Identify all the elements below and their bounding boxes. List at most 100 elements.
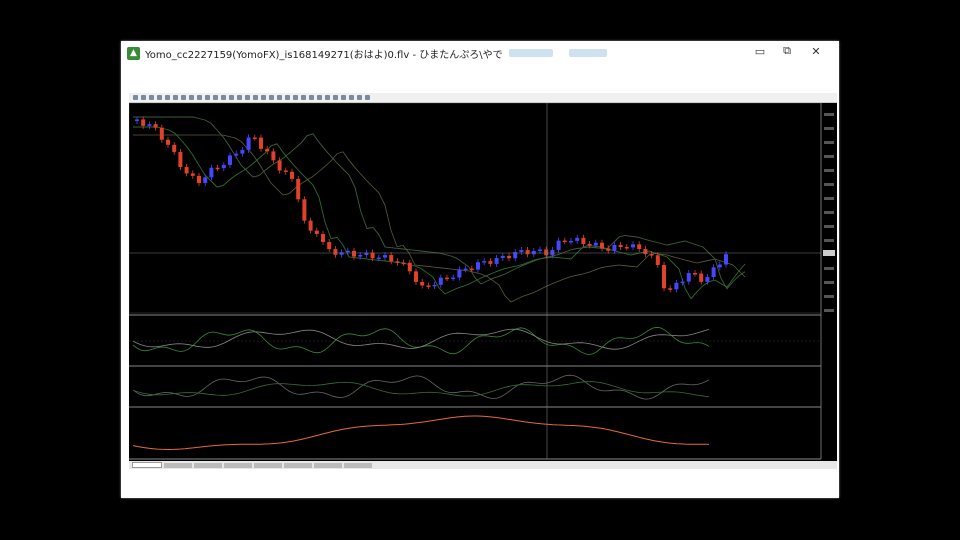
toolbar-button[interactable] [157, 95, 162, 100]
price-tick [824, 169, 834, 172]
toolbar-button[interactable] [285, 95, 290, 100]
toolbar-button[interactable] [197, 95, 202, 100]
candle-body [389, 255, 394, 262]
title-extra [508, 49, 553, 57]
toolbar-button[interactable] [213, 95, 218, 100]
candle-body [383, 255, 387, 258]
toolbar-button[interactable] [333, 95, 338, 100]
toolbar-button[interactable] [341, 95, 346, 100]
toolbar-button[interactable] [309, 95, 314, 100]
toolbar-button[interactable] [253, 95, 258, 100]
candle-body [172, 144, 177, 152]
candle-body [451, 277, 456, 280]
candle-body [556, 240, 561, 250]
moving-average-line [133, 126, 746, 300]
candle-body [135, 119, 139, 121]
candle-body [283, 170, 288, 172]
toolbar-button[interactable] [165, 95, 170, 100]
chart-tab[interactable] [254, 462, 282, 468]
candle-body [593, 242, 598, 246]
candle-body [240, 149, 245, 154]
title-bar[interactable]: ▲ Yomo_cc2227159(YomoFX)_is168149271(おはよ… [121, 41, 839, 65]
candle-body [426, 285, 431, 287]
toolbar-button[interactable] [149, 95, 154, 100]
toolbar-button[interactable] [349, 95, 354, 100]
minimize-icon[interactable]: ▭ [749, 43, 771, 59]
candle-body [190, 173, 195, 176]
toolbar-button[interactable] [261, 95, 266, 100]
close-icon[interactable]: ✕ [805, 43, 827, 59]
toolbar-button[interactable] [317, 95, 322, 100]
toolbar-button[interactable] [221, 95, 226, 100]
chart-tab[interactable] [164, 462, 192, 468]
candle-body [457, 269, 462, 278]
chart-tab[interactable] [224, 462, 252, 468]
chart-tab[interactable] [194, 462, 222, 468]
price-tick [824, 197, 834, 200]
toolbar-button[interactable] [245, 95, 250, 100]
toolbar-button[interactable] [173, 95, 178, 100]
toolbar-button[interactable] [365, 95, 370, 100]
price-tick [824, 127, 834, 130]
candle-body [445, 277, 449, 280]
chart-tab[interactable] [344, 462, 372, 468]
toolbar-button[interactable] [205, 95, 210, 100]
moving-averages [133, 116, 746, 303]
candle-body [705, 276, 710, 282]
candle-body [345, 250, 350, 253]
candle-body [581, 237, 586, 244]
chart-tab[interactable] [132, 462, 162, 468]
candle-body [339, 252, 344, 255]
candle-body [308, 220, 313, 231]
candlesticks [135, 116, 728, 293]
candle-body [147, 124, 152, 126]
candle-body [686, 273, 691, 282]
toolbar-button[interactable] [189, 95, 194, 100]
price-tick [824, 225, 834, 228]
candle-body [562, 240, 567, 243]
toolbar-button[interactable] [277, 95, 282, 100]
candle-body [507, 255, 511, 259]
candle-body [469, 268, 474, 271]
candle-body [234, 153, 239, 156]
candle-body [724, 254, 728, 265]
candle-body [370, 252, 375, 259]
candle-body [352, 250, 356, 257]
toolbar-button[interactable] [357, 95, 362, 100]
price-tick [824, 239, 834, 242]
candle-body [438, 277, 443, 285]
toolbar-button[interactable] [301, 95, 306, 100]
price-tick [824, 141, 834, 144]
candle-body [271, 151, 276, 161]
trading-chart[interactable] [128, 102, 837, 463]
candle-body [414, 271, 418, 282]
window-title: Yomo_cc2227159(YomoFX)_is168149271(おはよ)0… [145, 49, 503, 61]
toolbar-button[interactable] [141, 95, 146, 100]
candle-body [624, 247, 629, 249]
candle-body [482, 261, 487, 263]
candle-body [500, 255, 505, 259]
chart-tabs [129, 461, 837, 469]
oscillator-line [132, 381, 710, 397]
candle-body [290, 171, 294, 179]
candle-body [228, 155, 232, 165]
candle-body [246, 137, 251, 150]
toolbar-button[interactable] [237, 95, 242, 100]
candle-body [494, 258, 499, 264]
toolbar-button[interactable] [133, 95, 138, 100]
toolbar-button[interactable] [229, 95, 234, 100]
chart-tab[interactable] [314, 462, 342, 468]
candle-body [618, 244, 623, 248]
toolbar-button[interactable] [293, 95, 298, 100]
candle-body [612, 244, 617, 251]
candle-body [166, 139, 170, 145]
restore-icon[interactable]: ⧉ [776, 43, 798, 59]
toolbar-button[interactable] [269, 95, 274, 100]
toolbar-button[interactable] [325, 95, 330, 100]
price-tick [824, 183, 834, 186]
toolbar-button[interactable] [181, 95, 186, 100]
price-tick [824, 295, 834, 298]
chart-canvas[interactable] [128, 102, 837, 461]
chart-tab[interactable] [284, 462, 312, 468]
candle-body [209, 167, 214, 178]
